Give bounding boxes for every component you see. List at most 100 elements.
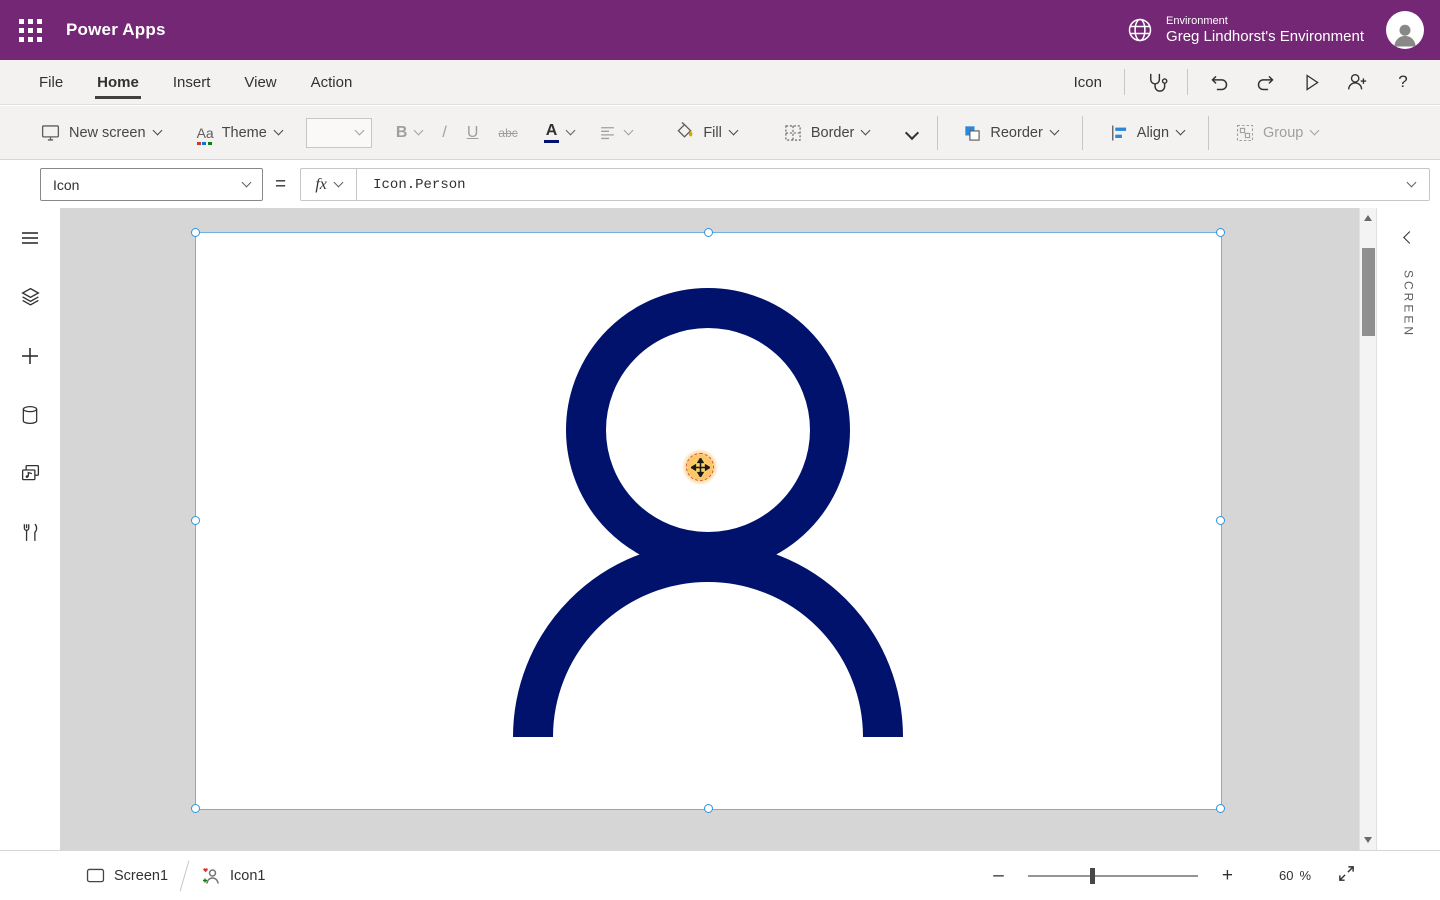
right-panel-collapsed: SCREEN: [1376, 208, 1440, 850]
resize-handle-top-center[interactable]: [704, 228, 713, 237]
scrollbar-thumb[interactable]: [1362, 248, 1375, 336]
screen1-tab[interactable]: Screen1: [72, 851, 182, 900]
align-text-icon: [598, 123, 617, 142]
header-right: Environment Greg Lindhorst's Environment: [1126, 11, 1440, 49]
app-title: Power Apps: [66, 20, 166, 40]
zoom-slider[interactable]: [1028, 866, 1198, 886]
zoom-percent-sign: %: [1299, 868, 1311, 883]
collapse-nav-button[interactable]: [0, 208, 60, 267]
menu-file[interactable]: File: [22, 60, 80, 104]
resize-handle-top-right[interactable]: [1216, 228, 1225, 237]
theme-label: Theme: [222, 125, 267, 141]
advanced-tools-button[interactable]: [0, 503, 60, 562]
expand-panel-button[interactable]: [1377, 208, 1440, 252]
left-rail: [0, 208, 60, 850]
menu-insert[interactable]: Insert: [156, 60, 228, 104]
align-objects-icon: [1109, 123, 1129, 143]
reorder-icon: [962, 123, 982, 143]
group-label: Group: [1263, 125, 1303, 141]
help-icon: ?: [1398, 72, 1407, 92]
person-icon[interactable]: [196, 233, 1221, 809]
environment-picker[interactable]: Environment Greg Lindhorst's Environment: [1126, 14, 1364, 46]
data-sources-button[interactable]: [0, 385, 60, 444]
menu-action[interactable]: Action: [294, 60, 370, 104]
move-cursor-icon: [691, 458, 710, 477]
divider: [1124, 69, 1125, 95]
resize-handle-bottom-left[interactable]: [191, 804, 200, 813]
chevron-down-icon: [242, 178, 252, 188]
chevron-down-icon: [333, 178, 343, 188]
redo-button[interactable]: [1242, 60, 1288, 104]
fit-to-window-button[interactable]: [1337, 864, 1356, 888]
fill-button[interactable]: Fill: [664, 111, 747, 155]
vertical-scrollbar[interactable]: [1359, 208, 1376, 850]
media-icon: [20, 463, 41, 484]
formula-field: fx Icon.Person: [300, 168, 1430, 201]
chevron-down-icon: [1310, 126, 1320, 136]
app-header: Power Apps Environment Greg Lindhorst's …: [0, 0, 1440, 60]
insert-button[interactable]: [0, 326, 60, 385]
zoom-slider-track[interactable]: [1028, 875, 1198, 877]
share-app-button[interactable]: [1334, 60, 1380, 104]
menu-home[interactable]: Home: [80, 60, 156, 104]
fit-to-window-icon: [1337, 864, 1356, 883]
reorder-button[interactable]: Reorder: [952, 111, 1067, 155]
new-screen-label: New screen: [69, 125, 146, 141]
font-family-select: [306, 118, 372, 148]
more-formatting-button[interactable]: [897, 111, 927, 155]
zoom-slider-thumb[interactable]: [1090, 868, 1095, 884]
media-button[interactable]: [0, 444, 60, 503]
border-button[interactable]: Border: [773, 111, 880, 155]
undo-icon: [1209, 72, 1230, 93]
property-dropdown-value: Icon: [53, 177, 79, 193]
font-color-icon: A: [544, 122, 560, 143]
screen1-canvas[interactable]: [196, 233, 1221, 809]
property-dropdown[interactable]: Icon: [40, 168, 263, 201]
stethoscope-icon: [1145, 71, 1168, 94]
resize-handle-bottom-center[interactable]: [704, 804, 713, 813]
selected-control-type-label: Icon: [1074, 74, 1102, 91]
new-screen-icon: [40, 122, 61, 143]
status-bar: Screen1 Icon1 – + 60 %: [0, 850, 1440, 900]
menu-view[interactable]: View: [227, 60, 293, 104]
redo-icon: [1255, 72, 1276, 93]
resize-handle-top-left[interactable]: [191, 228, 200, 237]
chevron-down-icon: [1049, 126, 1059, 136]
formula-bar: Icon = fx Icon.Person: [0, 161, 1440, 208]
preview-play-button[interactable]: [1288, 60, 1334, 104]
help-button[interactable]: ?: [1380, 60, 1426, 104]
fx-icon: fx: [315, 176, 327, 194]
underline-label: U: [467, 124, 479, 142]
new-screen-button[interactable]: New screen: [30, 111, 171, 155]
font-color-button[interactable]: A: [544, 122, 575, 143]
scrollbar-down-arrow-icon[interactable]: [1364, 837, 1372, 843]
formula-input[interactable]: Icon.Person: [357, 177, 1400, 193]
fx-button[interactable]: fx: [301, 169, 357, 200]
italic-label: /: [442, 124, 446, 142]
strikethrough-button: abc: [498, 126, 517, 140]
scrollbar-up-arrow-icon[interactable]: [1364, 215, 1372, 221]
waffle-menu-button[interactable]: [0, 0, 60, 60]
theme-button[interactable]: Aa Theme: [187, 111, 292, 155]
icon1-tab[interactable]: Icon1: [187, 851, 279, 900]
align-button[interactable]: Align: [1099, 111, 1194, 155]
chevron-down-icon: [566, 126, 576, 136]
chevron-down-icon: [1176, 126, 1186, 136]
app-checker-button[interactable]: [1133, 60, 1179, 104]
text-align-button: [598, 123, 632, 142]
resize-handle-mid-right[interactable]: [1216, 516, 1225, 525]
undo-button[interactable]: [1196, 60, 1242, 104]
resize-handle-bottom-right[interactable]: [1216, 804, 1225, 813]
expand-formula-chevron-icon[interactable]: [1407, 178, 1417, 188]
screen1-tab-label: Screen1: [114, 868, 168, 884]
resize-handle-mid-left[interactable]: [191, 516, 200, 525]
zoom-in-button[interactable]: +: [1216, 865, 1239, 887]
screen-tab-icon: [86, 868, 105, 883]
tree-view-button[interactable]: [0, 267, 60, 326]
zoom-out-button[interactable]: –: [987, 865, 1010, 887]
group-button: Group: [1225, 111, 1328, 155]
menu-bar: File Home Insert View Action Icon: [0, 60, 1440, 105]
insert-plus-icon: [20, 346, 40, 366]
avatar[interactable]: [1386, 11, 1424, 49]
canvas-area[interactable]: [60, 208, 1359, 850]
